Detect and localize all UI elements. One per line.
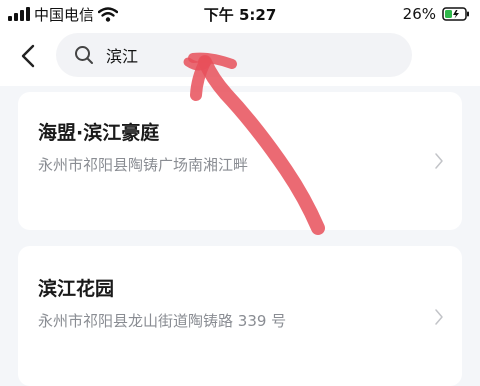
battery-icon xyxy=(442,7,469,21)
result-card[interactable]: 海盟·滨江豪庭 永州市祁阳县陶铸广场南湘江畔 xyxy=(18,92,462,230)
search-icon xyxy=(74,45,94,65)
search-header xyxy=(0,28,480,86)
battery-percent: 26% xyxy=(402,5,436,23)
result-address: 永州市祁阳县陶铸广场南湘江畔 xyxy=(38,156,249,174)
back-arrow-icon xyxy=(21,44,35,68)
back-button[interactable] xyxy=(12,40,44,72)
search-input[interactable] xyxy=(106,45,366,65)
chevron-right-icon xyxy=(435,153,443,169)
result-title: 海盟·滨江豪庭 xyxy=(38,122,160,144)
status-bar: 中国电信 下午 5:27 26% xyxy=(0,0,480,28)
status-right: 26% xyxy=(403,4,470,24)
result-card[interactable]: 滨江花园 永州市祁阳县龙山街道陶铸路 339 号 xyxy=(18,246,462,386)
result-title: 滨江花园 xyxy=(38,278,115,300)
chevron-right-icon xyxy=(435,309,443,325)
search-box[interactable] xyxy=(56,33,412,77)
result-address: 永州市祁阳县龙山街道陶铸路 339 号 xyxy=(38,312,287,330)
